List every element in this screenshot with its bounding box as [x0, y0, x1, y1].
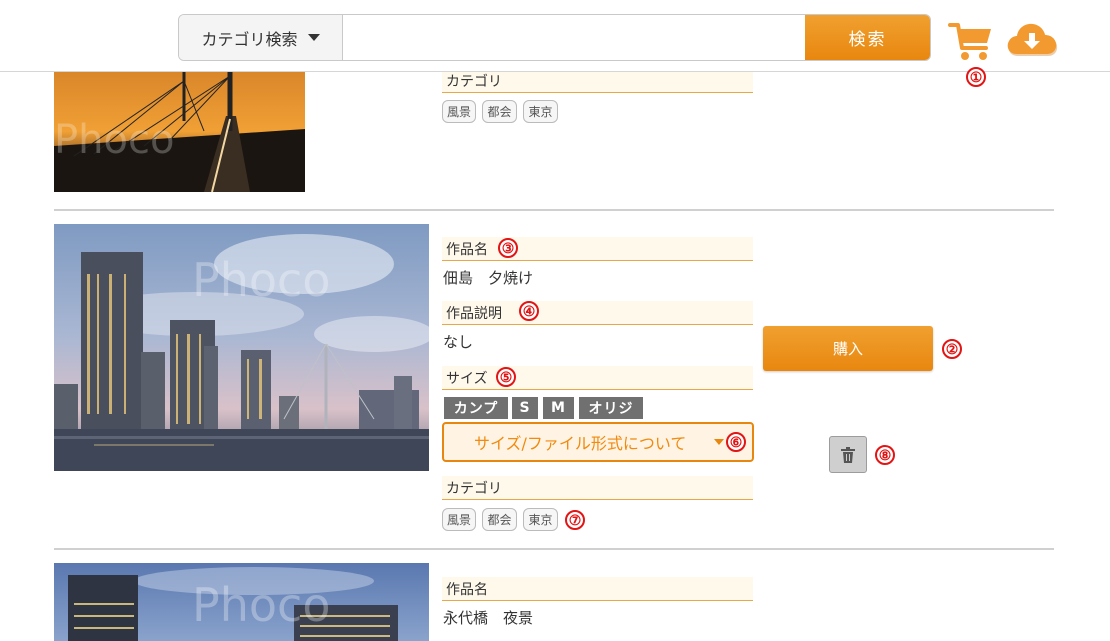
header-bar: カテゴリ検索 検索	[0, 0, 1110, 72]
item-photo-bridge-sunset[interactable]: Phoco	[54, 71, 305, 192]
caret-down-icon	[714, 439, 724, 445]
annotation-marker-5: ⑤	[496, 367, 516, 387]
annotation-marker-2: ②	[942, 339, 962, 359]
item-photo-eitaibashi[interactable]: Phoco	[54, 563, 429, 641]
category-tag[interactable]: 東京	[523, 508, 558, 531]
category-tag[interactable]: 都会	[482, 508, 517, 531]
title-label: 作品名	[446, 241, 488, 258]
search-bar: カテゴリ検索 検索	[178, 14, 931, 61]
cloud-download-icon[interactable]	[1004, 16, 1058, 62]
annotation-marker-1: ①	[966, 67, 986, 87]
annotation-marker-4: ④	[519, 301, 539, 321]
search-input[interactable]	[343, 15, 805, 60]
annotation-marker-6: ⑥	[726, 432, 746, 452]
search-button[interactable]: 検索	[805, 15, 930, 60]
caret-down-icon	[307, 34, 320, 41]
category-header: カテゴリ	[442, 476, 753, 500]
watermark-text: Phoco	[54, 117, 174, 163]
category-tag[interactable]: 都会	[482, 100, 517, 123]
category-label: カテゴリ	[446, 480, 502, 497]
category-search-select[interactable]: カテゴリ検索	[179, 15, 343, 60]
size-option-m[interactable]: M	[543, 397, 574, 419]
item-photo-tsukudajima[interactable]: Phoco	[54, 224, 429, 471]
trash-icon	[841, 446, 855, 463]
category-header: カテゴリ	[442, 69, 753, 93]
category-tag[interactable]: 東京	[523, 100, 558, 123]
annotation-marker-7: ⑦	[565, 510, 585, 530]
item-title: 永代橋 夜景	[443, 609, 534, 627]
watermark-text: Phoco	[192, 578, 330, 632]
size-format-dropdown[interactable]: サイズ/ファイル形式について	[442, 422, 754, 462]
category-label: カテゴリ	[446, 73, 502, 90]
title-header: 作品名	[442, 237, 753, 261]
size-header: サイズ	[442, 366, 753, 390]
delete-button[interactable]	[829, 436, 867, 473]
item-description: なし	[443, 333, 474, 351]
category-tag[interactable]: 風景	[442, 100, 476, 123]
item-divider	[54, 209, 1054, 211]
watermark-text: Phoco	[192, 253, 330, 307]
item-divider	[54, 548, 1054, 550]
annotation-marker-3: ③	[498, 238, 518, 258]
size-option-original[interactable]: オリジ	[579, 397, 643, 419]
size-format-label: サイズ/ファイル形式について	[474, 434, 687, 453]
size-option-comp[interactable]: カンプ	[444, 397, 508, 419]
buy-button[interactable]: 購入	[763, 326, 933, 371]
shopping-cart-icon[interactable]	[948, 20, 994, 62]
size-label: サイズ	[446, 370, 488, 387]
title-label: 作品名	[446, 581, 488, 598]
description-label: 作品説明	[446, 305, 502, 322]
category-tag[interactable]: 風景	[442, 508, 476, 531]
category-search-label: カテゴリ検索	[201, 29, 298, 49]
annotation-marker-8: ⑧	[875, 445, 895, 465]
item-title: 佃島 夕焼け	[443, 269, 534, 287]
description-header: 作品説明	[442, 301, 753, 325]
title-header: 作品名	[442, 577, 753, 601]
size-option-s[interactable]: S	[512, 397, 538, 419]
